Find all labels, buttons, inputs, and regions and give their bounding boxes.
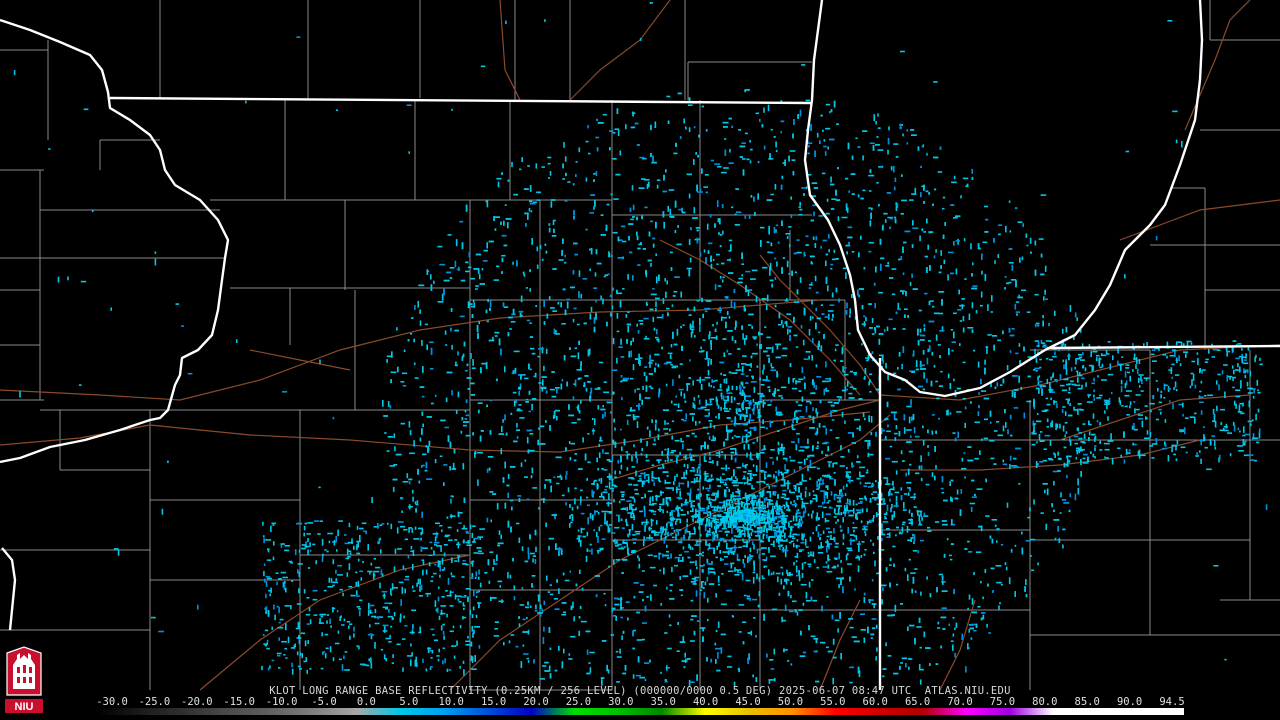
colorbar-tick-label: 94.5 (1159, 696, 1185, 708)
colorbar-tick-label: -30.0 (96, 696, 128, 708)
colorbar-tick-label: -10.0 (265, 696, 298, 708)
colorbar-tick-label: -25.0 (138, 696, 171, 708)
colorbar-tick-label: 40.0 (692, 696, 719, 708)
colorbar-tick-label: -15.0 (223, 696, 255, 708)
colorbar-tick-label: 30.0 (608, 696, 634, 708)
colorbar-tick-label: 85.0 (1074, 696, 1100, 708)
colorbar-tick-label: 35.0 (650, 696, 676, 708)
colorbar-tick-label: 10.0 (438, 696, 464, 708)
colorbar-tick-label: -20.0 (180, 696, 213, 708)
colorbar-tick-label: 90.0 (1116, 696, 1143, 708)
colorbar-tick-label: 70.0 (947, 696, 973, 708)
colorbar-tick-label: -5.0 (311, 696, 337, 708)
niu-logo: NIU (3, 645, 45, 715)
colorbar-tick-label: 25.0 (565, 696, 592, 708)
colorbar-tick-label: 65.0 (904, 696, 931, 708)
logo-wordmark: NIU (15, 701, 34, 713)
colorbar-tick-label: 5.0 (399, 696, 419, 708)
colorbar-tick-label: 80.0 (1032, 696, 1058, 708)
colorbar-tick-label: 75.0 (989, 696, 1016, 708)
colorbar-tick-label: 0.0 (356, 696, 376, 708)
colorbar-tick-label: 50.0 (777, 696, 804, 708)
colorbar-tick-label: 60.0 (862, 696, 888, 708)
colorbar-tick-label: 55.0 (820, 696, 846, 708)
colorbar-tick-labels: -30.0 -25.0 -20.0 -15.0 -10.0 -5.0 0.0 5.0 10.0 1… (90, 696, 1200, 708)
colorbar-tick-label: 15.0 (480, 696, 507, 708)
colorbar-tick-label: 20.0 (523, 696, 549, 708)
radar-map (0, 0, 1280, 720)
colorbar-tick-label: 45.0 (735, 696, 761, 708)
reflectivity-colorbar (96, 708, 1184, 715)
